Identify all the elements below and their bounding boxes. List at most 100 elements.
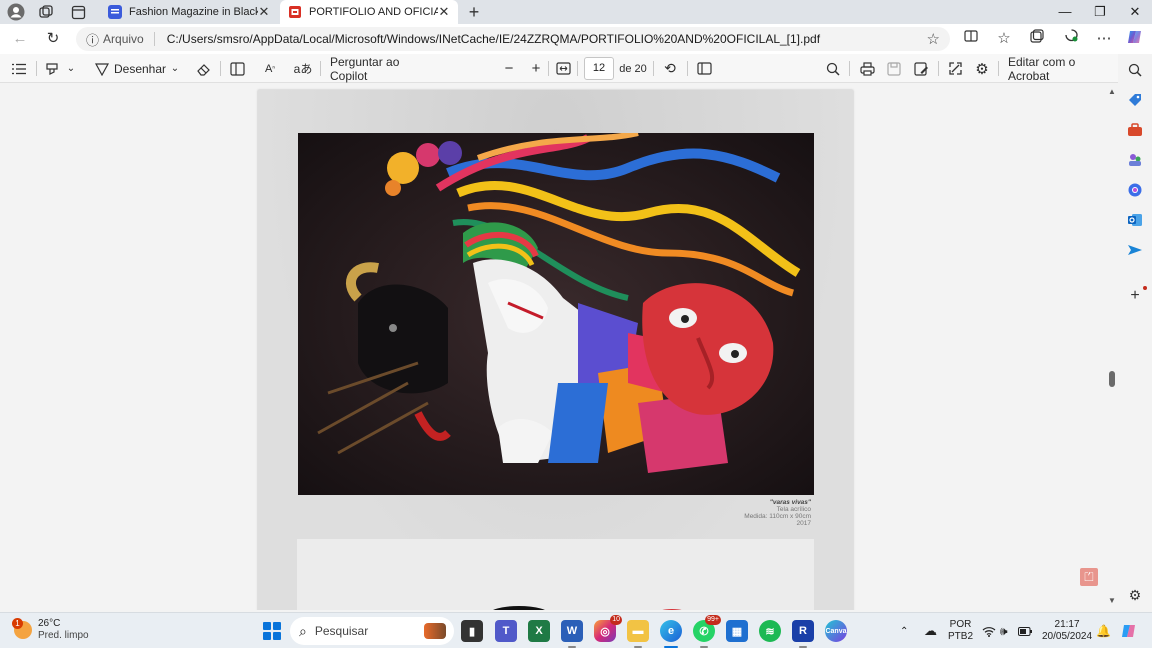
pdf-viewer[interactable]: "varas vivas" Tela acrílico Medida: 110c… [0,83,1118,610]
info-icon[interactable]: ⓘ [86,30,99,49]
scroll-down-arrow-icon[interactable]: ▼ [1108,596,1116,605]
search-placeholder: Pesquisar [314,624,369,638]
shopping-tag-icon[interactable] [1126,91,1144,109]
copilot-taskbar-icon[interactable] [1120,613,1138,648]
print-icon[interactable] [858,58,876,79]
save-as-icon[interactable] [912,58,930,79]
close-icon[interactable]: ✕ [438,4,450,20]
whatsapp-icon[interactable]: ✆ 99+ [693,615,721,648]
keyboard-language[interactable]: POR PTB2 [948,613,973,648]
outlook-icon[interactable] [1126,211,1144,229]
eraser-icon[interactable] [194,58,212,79]
browser-essentials-icon[interactable] [1060,28,1082,50]
address-bar[interactable]: ⓘ Arquivo C:/Users/smsro/AppData/Local/M… [76,27,950,51]
highlight-icon[interactable] [44,58,60,79]
favorite-star-icon[interactable]: ☆ [927,30,940,48]
spotify-icon[interactable]: ≋ [759,620,781,642]
search-icon[interactable] [824,58,842,79]
weather-widget[interactable]: 1 26°C Pred. limpo [12,618,89,642]
copilot-icon[interactable] [1124,28,1146,50]
fullscreen-icon[interactable] [946,58,964,79]
notifications-bell-icon[interactable]: 🔔 [1096,613,1111,648]
add-text-icon[interactable] [228,58,246,79]
pdf-favicon-icon [289,6,301,18]
onedrive-cloud-icon[interactable]: ☁ [924,613,937,648]
microsoft-365-icon[interactable] [1126,181,1144,199]
show-hidden-icons-chevron-icon[interactable]: ⌃ [900,613,908,648]
canva-favicon-icon [108,5,122,19]
battery-icon[interactable] [1018,613,1032,648]
url-text[interactable]: C:/Users/smsro/AppData/Local/Microsoft/W… [167,32,927,46]
workspaces-icon[interactable] [36,2,56,22]
clock[interactable]: 21:17 20/05/2024 [1042,613,1092,648]
page-total-label: de 20 [619,62,647,75]
file-explorer-icon[interactable]: ▬ [627,620,649,648]
settings-gear-icon[interactable]: ⚙ [973,58,991,79]
teams-icon[interactable]: T [495,620,517,642]
draw-icon[interactable] [94,58,110,79]
edit-with-acrobat-button[interactable]: Editar com o Acrobat [1008,55,1112,83]
acrobat-icon[interactable]: ⏍ [1080,568,1098,586]
chevron-down-icon[interactable]: ⌄ [64,58,78,79]
close-window-button[interactable]: ✕ [1118,0,1152,24]
minimize-button[interactable]: — [1048,0,1082,24]
tab-title: Fashion Magazine in Black and W [129,6,258,18]
favorites-icon[interactable]: ☆ [993,28,1015,50]
microsoft-store-icon[interactable]: ▦ [726,620,748,642]
scrollbar-thumb[interactable] [1109,371,1115,387]
caption-year: 2017 [796,520,811,527]
rotate-icon[interactable]: ⟲ [661,58,679,79]
drop-send-icon[interactable] [1126,241,1144,259]
profile-icon[interactable] [6,2,26,22]
toolbar-separator [548,61,549,76]
weather-temperature: 26°C [38,618,61,629]
games-icon[interactable] [1126,151,1144,169]
refresh-button[interactable]: ↻ [42,28,64,50]
excel-icon[interactable]: X [528,620,550,642]
scroll-up-arrow-icon[interactable]: ▲ [1108,87,1116,96]
draw-label[interactable]: Desenhar [114,58,166,79]
ask-copilot-button[interactable]: Perguntar ao Copilot [330,55,432,83]
canva-icon[interactable]: Canva [825,620,847,642]
tab-fashion-magazine[interactable]: Fashion Magazine in Black and W ✕ [100,0,278,24]
table-of-contents-icon[interactable] [9,58,29,79]
language-code: POR [949,619,972,630]
tools-briefcase-icon[interactable] [1126,121,1144,139]
close-icon[interactable]: ✕ [258,4,270,20]
navigation-bar: ← ↻ ⓘ Arquivo C:/Users/smsro/AppData/Loc… [0,24,1152,54]
wifi-icon[interactable] [982,613,996,648]
page-view-icon[interactable] [694,58,714,79]
start-windows-icon[interactable] [263,622,281,640]
edge-browser-icon[interactable]: e [660,620,682,648]
chevron-down-icon[interactable]: ⌄ [168,58,182,79]
taskbar-search-box[interactable]: ⌕ Pesquisar [290,617,454,645]
caption-medium: Tela acrílico [776,506,811,513]
fit-to-width-icon[interactable] [554,58,572,79]
rstudio-icon[interactable]: R [792,620,814,648]
page-number-input[interactable]: 12 [584,57,614,80]
instagram-icon[interactable]: ◎ 10 [594,615,622,642]
new-tab-button[interactable]: + [464,2,484,22]
more-options-icon[interactable]: ⋯ [1093,28,1115,50]
collections-icon[interactable] [1026,28,1048,50]
volume-icon[interactable]: 🕪 [1000,613,1008,648]
sidebar-settings-gear-icon[interactable]: ⚙ [1126,586,1144,604]
translate-icon[interactable]: aあ [293,58,313,79]
back-button[interactable]: ← [9,28,31,50]
word-icon[interactable]: W [561,620,583,648]
scheme-label: Arquivo [103,32,155,46]
add-sidebar-app-icon[interactable]: + [1126,287,1144,305]
read-aloud-icon[interactable]: Aⁿ [261,58,279,79]
vertical-scrollbar[interactable]: ▲ ▼ [1106,83,1118,610]
toolbar-separator [320,61,321,76]
split-screen-icon[interactable] [960,28,982,50]
save-icon[interactable] [885,58,903,79]
zoom-in-button[interactable]: + [527,58,545,79]
restore-button[interactable]: ❐ [1083,0,1117,24]
vertical-tabs-icon[interactable] [68,2,88,22]
search-icon[interactable] [1126,61,1144,79]
zoom-out-button[interactable]: − [500,58,518,79]
clock-time: 21:17 [1054,619,1080,630]
tab-portfolio-pdf[interactable]: PORTIFOLIO AND OFICIAL_[1].p ✕ [280,0,458,24]
task-view-icon[interactable]: ▮ [461,620,483,642]
